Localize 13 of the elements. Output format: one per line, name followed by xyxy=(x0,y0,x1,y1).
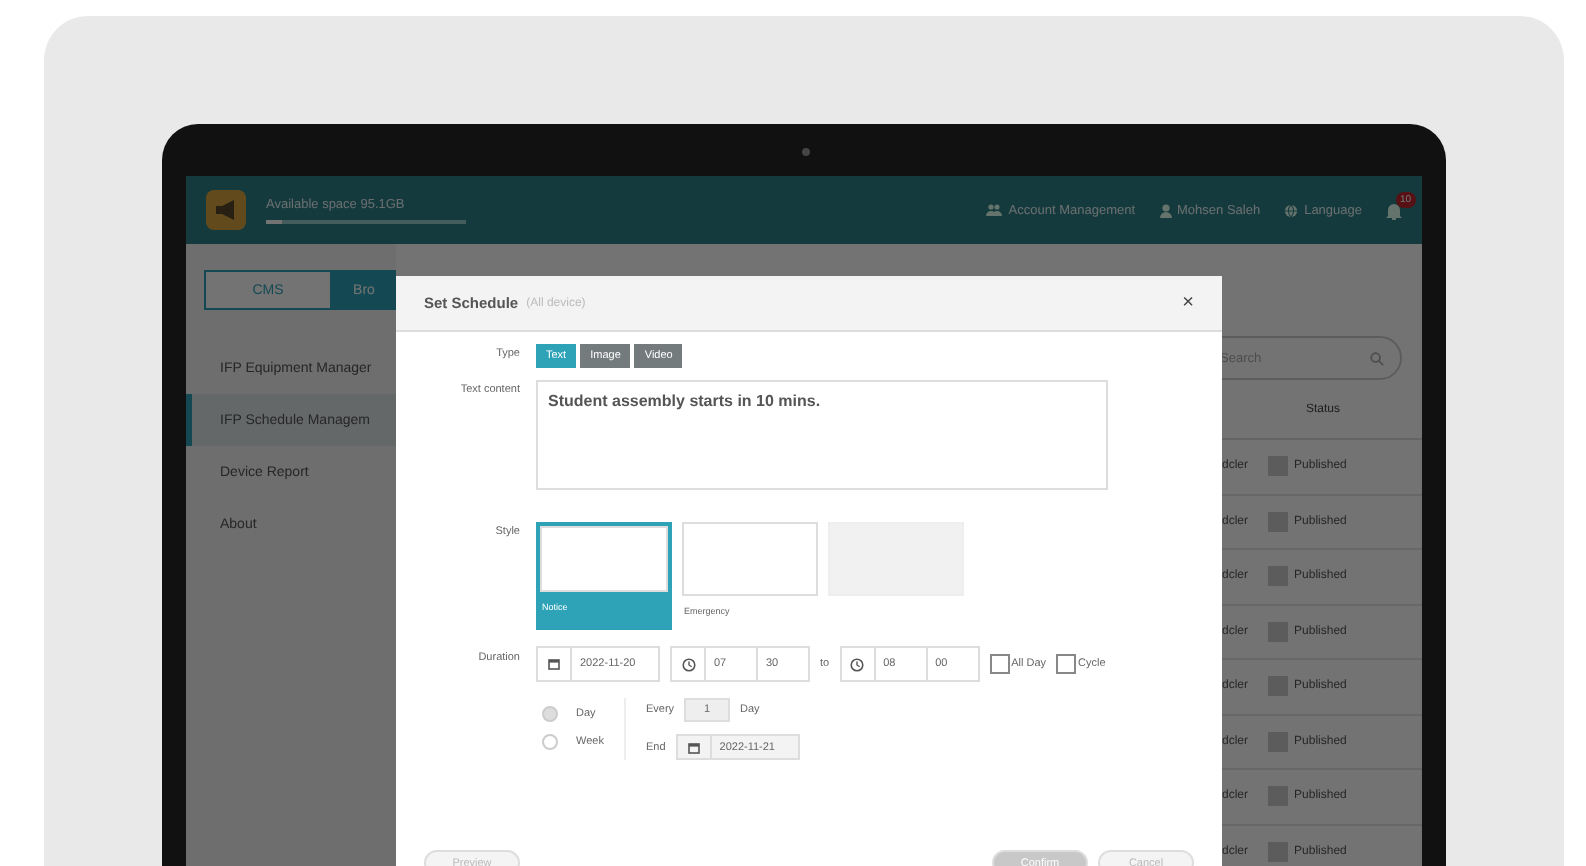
clock-icon xyxy=(681,657,695,671)
camera-dot xyxy=(802,148,810,156)
users-icon xyxy=(986,204,1003,216)
clock-icon xyxy=(850,657,865,671)
user-icon xyxy=(1159,203,1172,217)
text-content-field[interactable]: Student assembly starts in 10 mins. xyxy=(536,380,1108,490)
calendar-icon xyxy=(548,658,560,670)
search-icon xyxy=(1370,351,1384,365)
close-button[interactable]: × xyxy=(1182,292,1194,314)
megaphone-logo-icon xyxy=(206,190,246,230)
calendar-icon xyxy=(687,741,700,753)
bell-icon[interactable] xyxy=(1386,201,1402,219)
globe-icon xyxy=(1284,203,1299,217)
